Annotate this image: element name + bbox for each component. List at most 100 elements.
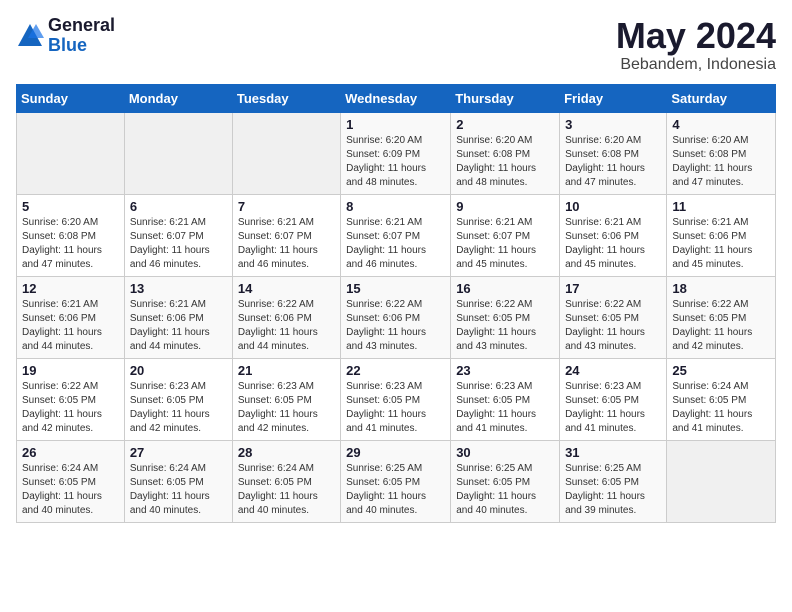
day-number: 20: [130, 363, 227, 378]
calendar-cell: 11 Sunrise: 6:21 AMSunset: 6:06 PMDayligh…: [667, 194, 776, 276]
calendar-cell: 5 Sunrise: 6:20 AMSunset: 6:08 PMDaylight…: [17, 194, 125, 276]
weekday-header-saturday: Saturday: [667, 84, 776, 112]
day-info: Sunrise: 6:21 AMSunset: 6:06 PMDaylight:…: [22, 298, 119, 354]
day-number: 5: [22, 199, 119, 214]
day-info: Sunrise: 6:24 AMSunset: 6:05 PMDaylight:…: [238, 462, 335, 518]
day-number: 2: [456, 117, 554, 132]
weekday-header-tuesday: Tuesday: [232, 84, 340, 112]
day-number: 12: [22, 281, 119, 296]
day-number: 31: [565, 445, 661, 460]
day-info: Sunrise: 6:21 AMSunset: 6:06 PMDaylight:…: [130, 298, 227, 354]
calendar-cell: 24 Sunrise: 6:23 AMSunset: 6:05 PMDayligh…: [560, 358, 667, 440]
day-info: Sunrise: 6:23 AMSunset: 6:05 PMDaylight:…: [456, 380, 554, 436]
weekday-header-row: SundayMondayTuesdayWednesdayThursdayFrid…: [17, 84, 776, 112]
day-number: 13: [130, 281, 227, 296]
calendar-table: SundayMondayTuesdayWednesdayThursdayFrid…: [16, 84, 776, 523]
calendar-cell: 16Sunrise: 6:22 AMSunset: 6:05 PMDayligh…: [451, 276, 560, 358]
calendar-week-row: 12 Sunrise: 6:21 AMSunset: 6:06 PMDayligh…: [17, 276, 776, 358]
day-number: 22: [346, 363, 445, 378]
day-info: Sunrise: 6:23 AMSunset: 6:05 PMDaylight:…: [238, 380, 335, 436]
day-number: 29: [346, 445, 445, 460]
calendar-week-row: 26 Sunrise: 6:24 AMSunset: 6:05 PMDayligh…: [17, 440, 776, 522]
calendar-cell: 15 Sunrise: 6:22 AMSunset: 6:06 PMDayligh…: [341, 276, 451, 358]
day-number: 11: [672, 199, 770, 214]
day-number: 26: [22, 445, 119, 460]
day-info: Sunrise: 6:22 AMSunset: 6:05 PMDaylight:…: [672, 298, 770, 354]
day-number: 14: [238, 281, 335, 296]
calendar-cell: 29Sunrise: 6:25 AMSunset: 6:05 PMDayligh…: [341, 440, 451, 522]
calendar-cell: 7 Sunrise: 6:21 AMSunset: 6:07 PMDaylight…: [232, 194, 340, 276]
calendar-cell: 6 Sunrise: 6:21 AMSunset: 6:07 PMDaylight…: [124, 194, 232, 276]
day-info: Sunrise: 6:21 AMSunset: 6:06 PMDaylight:…: [672, 216, 770, 272]
day-number: 25: [672, 363, 770, 378]
calendar-cell: 8Sunrise: 6:21 AMSunset: 6:07 PMDaylight…: [341, 194, 451, 276]
weekday-header-friday: Friday: [560, 84, 667, 112]
logo-text: General Blue: [48, 16, 115, 56]
calendar-cell: 10Sunrise: 6:21 AMSunset: 6:06 PMDayligh…: [560, 194, 667, 276]
day-info: Sunrise: 6:22 AMSunset: 6:05 PMDaylight:…: [565, 298, 661, 354]
day-info: Sunrise: 6:23 AMSunset: 6:05 PMDaylight:…: [565, 380, 661, 436]
day-number: 3: [565, 117, 661, 132]
calendar-cell: 14Sunrise: 6:22 AMSunset: 6:06 PMDayligh…: [232, 276, 340, 358]
day-info: Sunrise: 6:22 AMSunset: 6:06 PMDaylight:…: [346, 298, 445, 354]
day-number: 27: [130, 445, 227, 460]
day-info: Sunrise: 6:25 AMSunset: 6:05 PMDaylight:…: [456, 462, 554, 518]
calendar-cell: [124, 112, 232, 194]
calendar-cell: 19Sunrise: 6:22 AMSunset: 6:05 PMDayligh…: [17, 358, 125, 440]
day-number: 21: [238, 363, 335, 378]
day-info: Sunrise: 6:20 AMSunset: 6:08 PMDaylight:…: [672, 134, 770, 190]
calendar-cell: 31 Sunrise: 6:25 AMSunset: 6:05 PMDayligh…: [560, 440, 667, 522]
day-number: 15: [346, 281, 445, 296]
calendar-cell: 18 Sunrise: 6:22 AMSunset: 6:05 PMDayligh…: [667, 276, 776, 358]
logo: General Blue: [16, 16, 115, 56]
logo-blue: Blue: [48, 36, 115, 56]
calendar-cell: 17Sunrise: 6:22 AMSunset: 6:05 PMDayligh…: [560, 276, 667, 358]
calendar-cell: 27Sunrise: 6:24 AMSunset: 6:05 PMDayligh…: [124, 440, 232, 522]
day-number: 18: [672, 281, 770, 296]
weekday-header-thursday: Thursday: [451, 84, 560, 112]
day-number: 30: [456, 445, 554, 460]
calendar-cell: 9Sunrise: 6:21 AMSunset: 6:07 PMDaylight…: [451, 194, 560, 276]
day-number: 8: [346, 199, 445, 214]
calendar-cell: 25 Sunrise: 6:24 AMSunset: 6:05 PMDayligh…: [667, 358, 776, 440]
month-year-title: May 2024: [616, 16, 776, 56]
day-info: Sunrise: 6:24 AMSunset: 6:05 PMDaylight:…: [22, 462, 119, 518]
calendar-week-row: 1Sunrise: 6:20 AMSunset: 6:09 PMDaylight…: [17, 112, 776, 194]
day-info: Sunrise: 6:20 AMSunset: 6:08 PMDaylight:…: [22, 216, 119, 272]
day-info: Sunrise: 6:20 AMSunset: 6:08 PMDaylight:…: [456, 134, 554, 190]
calendar-cell: 3 Sunrise: 6:20 AMSunset: 6:08 PMDaylight…: [560, 112, 667, 194]
calendar-cell: [17, 112, 125, 194]
day-info: Sunrise: 6:21 AMSunset: 6:07 PMDaylight:…: [130, 216, 227, 272]
day-info: Sunrise: 6:23 AMSunset: 6:05 PMDaylight:…: [130, 380, 227, 436]
day-info: Sunrise: 6:21 AMSunset: 6:06 PMDaylight:…: [565, 216, 661, 272]
weekday-header-sunday: Sunday: [17, 84, 125, 112]
day-info: Sunrise: 6:25 AMSunset: 6:05 PMDaylight:…: [565, 462, 661, 518]
day-info: Sunrise: 6:23 AMSunset: 6:05 PMDaylight:…: [346, 380, 445, 436]
weekday-header-wednesday: Wednesday: [341, 84, 451, 112]
calendar-cell: 28Sunrise: 6:24 AMSunset: 6:05 PMDayligh…: [232, 440, 340, 522]
day-info: Sunrise: 6:21 AMSunset: 6:07 PMDaylight:…: [238, 216, 335, 272]
calendar-cell: 13 Sunrise: 6:21 AMSunset: 6:06 PMDayligh…: [124, 276, 232, 358]
day-number: 7: [238, 199, 335, 214]
calendar-cell: 22 Sunrise: 6:23 AMSunset: 6:05 PMDayligh…: [341, 358, 451, 440]
day-number: 23: [456, 363, 554, 378]
day-number: 4: [672, 117, 770, 132]
calendar-week-row: 5 Sunrise: 6:20 AMSunset: 6:08 PMDaylight…: [17, 194, 776, 276]
day-number: 6: [130, 199, 227, 214]
calendar-cell: 1Sunrise: 6:20 AMSunset: 6:09 PMDaylight…: [341, 112, 451, 194]
title-block: May 2024 Bebandem, Indonesia: [616, 16, 776, 74]
day-info: Sunrise: 6:22 AMSunset: 6:05 PMDaylight:…: [22, 380, 119, 436]
day-info: Sunrise: 6:24 AMSunset: 6:05 PMDaylight:…: [672, 380, 770, 436]
calendar-cell: 30 Sunrise: 6:25 AMSunset: 6:05 PMDayligh…: [451, 440, 560, 522]
day-number: 24: [565, 363, 661, 378]
calendar-week-row: 19Sunrise: 6:22 AMSunset: 6:05 PMDayligh…: [17, 358, 776, 440]
day-info: Sunrise: 6:21 AMSunset: 6:07 PMDaylight:…: [456, 216, 554, 272]
calendar-cell: 20 Sunrise: 6:23 AMSunset: 6:05 PMDayligh…: [124, 358, 232, 440]
calendar-cell: [232, 112, 340, 194]
calendar-cell: 23 Sunrise: 6:23 AMSunset: 6:05 PMDayligh…: [451, 358, 560, 440]
calendar-cell: [667, 440, 776, 522]
logo-general: General: [48, 16, 115, 36]
day-info: Sunrise: 6:20 AMSunset: 6:08 PMDaylight:…: [565, 134, 661, 190]
calendar-cell: 21 Sunrise: 6:23 AMSunset: 6:05 PMDayligh…: [232, 358, 340, 440]
day-number: 1: [346, 117, 445, 132]
